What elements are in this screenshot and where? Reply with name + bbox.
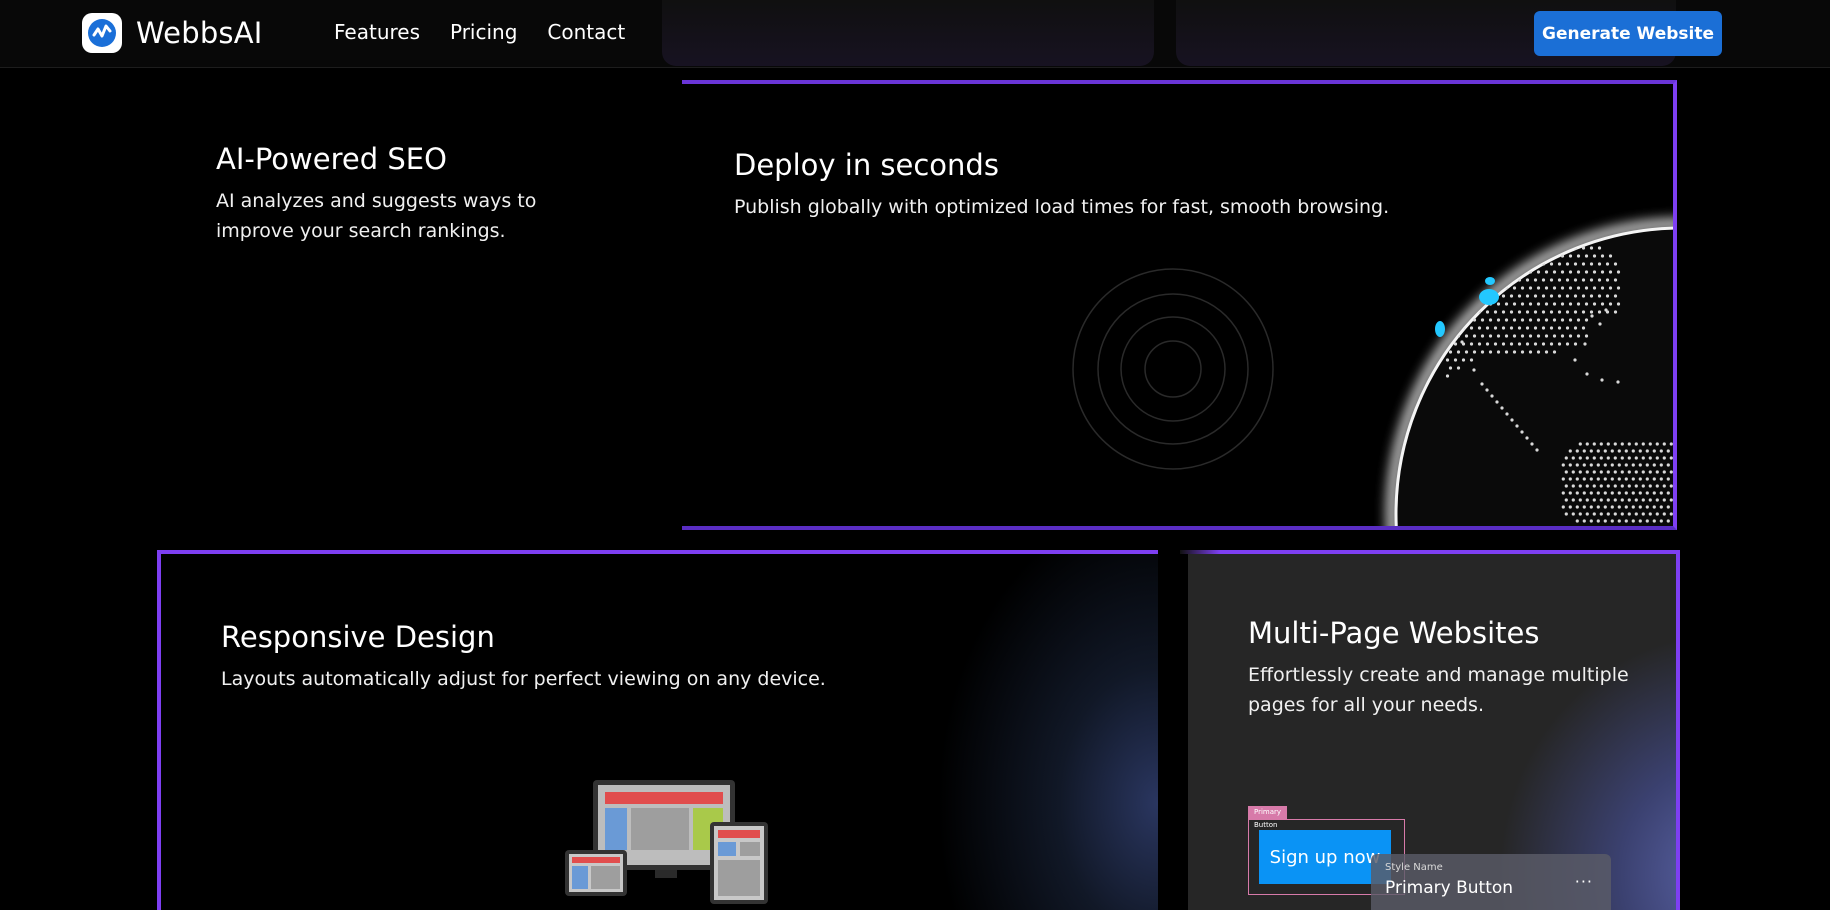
brand-name: WebbsAI bbox=[136, 16, 263, 50]
devices-illustration bbox=[565, 780, 768, 904]
selection-tag: Primary Button bbox=[1248, 806, 1288, 829]
seo-card: AI-Powered SEO AI analyzes and suggests … bbox=[216, 142, 556, 246]
generate-website-button[interactable]: Generate Website bbox=[1534, 11, 1722, 56]
responsive-title: Responsive Design bbox=[221, 620, 495, 654]
multipage-title: Multi-Page Websites bbox=[1248, 616, 1540, 650]
deploy-card: Deploy in seconds Publish globally with … bbox=[682, 80, 1677, 530]
multipage-description: Effortlessly create and manage multiple … bbox=[1248, 664, 1629, 716]
more-dots-icon[interactable]: ··· bbox=[1575, 872, 1593, 891]
brand-logo[interactable]: WebbsAI bbox=[82, 13, 263, 53]
header-ghost-card bbox=[662, 0, 1154, 66]
signal-rings-icon bbox=[1072, 268, 1274, 470]
responsive-description: Layouts automatically adjust for perfect… bbox=[221, 668, 826, 690]
deploy-description: Publish globally with optimized load tim… bbox=[734, 196, 1390, 218]
multipage-card: Multi-Page Websites Effortlessly create … bbox=[1188, 554, 1676, 910]
nav-contact[interactable]: Contact bbox=[547, 20, 625, 44]
style-value: Primary Button bbox=[1385, 878, 1514, 898]
responsive-card: Responsive Design Layouts automatically … bbox=[157, 550, 1158, 910]
seo-title: AI-Powered SEO bbox=[216, 142, 447, 176]
deploy-title: Deploy in seconds bbox=[734, 148, 999, 182]
nav-features[interactable]: Features bbox=[334, 20, 420, 44]
seo-description: AI analyzes and suggests ways to improve… bbox=[216, 190, 537, 242]
nav-pricing[interactable]: Pricing bbox=[450, 20, 517, 44]
webbsai-logo-icon bbox=[82, 13, 122, 53]
site-header: WebbsAI Features Pricing Contact Generat… bbox=[0, 0, 1830, 68]
main-nav: Features Pricing Contact bbox=[334, 20, 625, 44]
style-label: Style Name bbox=[1385, 862, 1443, 873]
style-panel[interactable]: Style Name Primary Button ··· bbox=[1371, 854, 1611, 910]
